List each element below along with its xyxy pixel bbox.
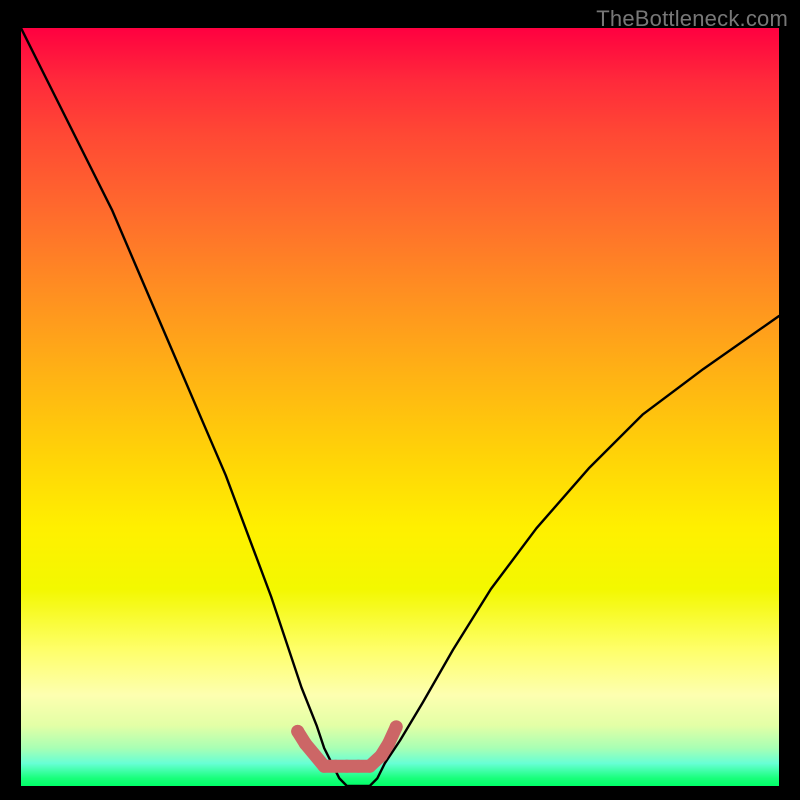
floor-dot <box>363 760 376 773</box>
floor-dot <box>318 760 331 773</box>
curve-svg <box>21 28 779 786</box>
floor-dots-group <box>291 720 403 772</box>
watermark-text: TheBottleneck.com <box>596 6 788 32</box>
floor-dot <box>352 760 365 773</box>
floor-dot <box>382 737 395 750</box>
floor-dot <box>390 720 403 733</box>
floor-dot <box>329 760 342 773</box>
floor-dot <box>299 737 312 750</box>
bottleneck-curve-path <box>21 28 779 786</box>
floor-dot <box>340 760 353 773</box>
chart-frame: TheBottleneck.com <box>0 0 800 800</box>
floor-dot <box>375 749 388 762</box>
floor-dot <box>291 725 304 738</box>
plot-area <box>21 28 779 786</box>
